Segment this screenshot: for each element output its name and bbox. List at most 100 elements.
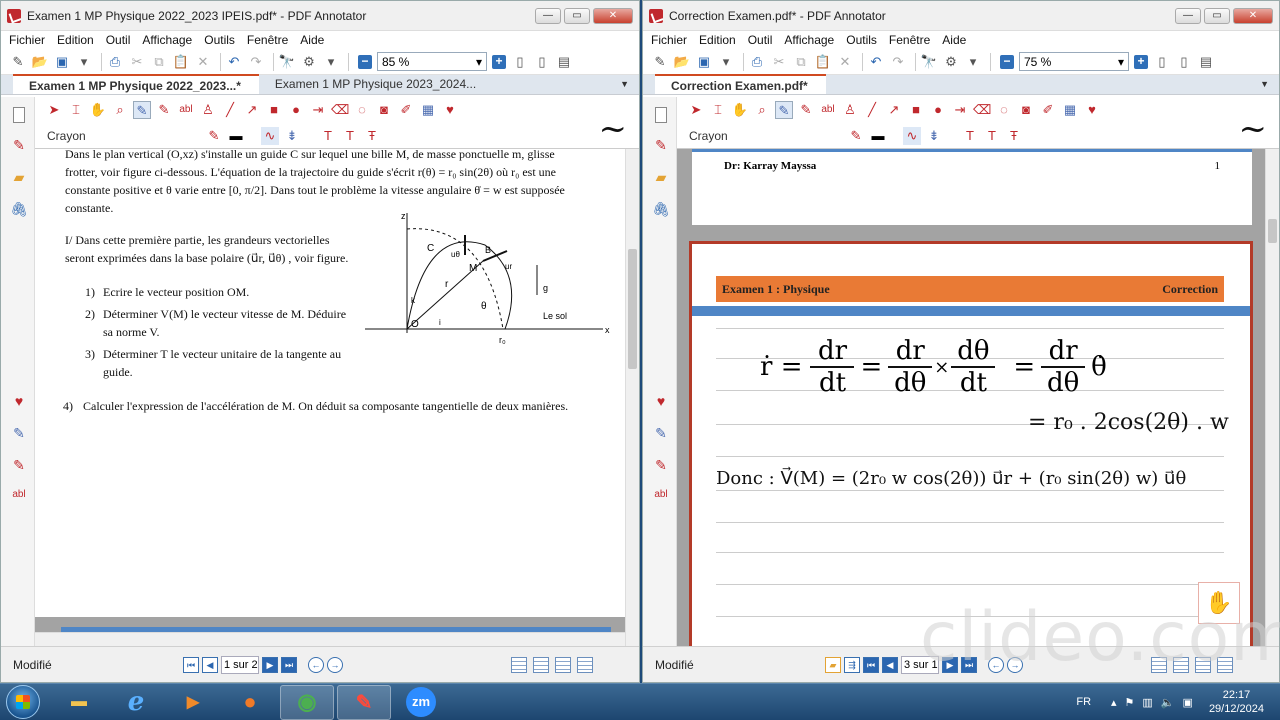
favorites-icon[interactable]: ♥ <box>1083 101 1101 119</box>
zoom-select[interactable]: 75 % ▾ <box>1019 52 1129 71</box>
vertical-scrollbar[interactable] <box>1265 149 1279 646</box>
cut-icon[interactable]: ✂ <box>770 53 788 71</box>
explorer-taskbar-icon[interactable]: ▬ <box>52 685 106 720</box>
share-icon[interactable]: ⇶ <box>844 656 860 673</box>
highlighter-icon[interactable]: ✎ <box>10 457 28 475</box>
fit-width-icon[interactable]: ▯ <box>533 53 551 71</box>
favorites-heart-icon[interactable]: ♥ <box>10 393 28 411</box>
paperclip-icon[interactable]: 🖇 <box>652 201 670 219</box>
pressure-icon[interactable]: ⇟ <box>925 127 943 145</box>
line-tool-icon[interactable]: ╱ <box>221 101 239 119</box>
zoom-taskbar-icon[interactable]: zm <box>394 685 448 720</box>
first-page-button-2[interactable]: ⏮ <box>863 656 879 673</box>
highlighter-tool-icon[interactable]: ✎ <box>797 101 815 119</box>
tray-network-icon[interactable]: ▥ <box>1142 696 1152 709</box>
pen-tool-icon[interactable]: ✎ <box>775 101 793 119</box>
chrome-taskbar-icon[interactable]: ◉ <box>280 684 334 720</box>
hand-icon[interactable]: ✋ <box>89 101 107 119</box>
tray-up-arrow-icon[interactable]: ▴ <box>1111 696 1117 709</box>
arrow-tool-icon[interactable]: ↗ <box>885 101 903 119</box>
lasso-icon[interactable]: ◌ <box>353 101 371 119</box>
zoom-in-button[interactable]: + <box>492 54 506 69</box>
tray-app-icon[interactable]: ▣ <box>1183 696 1193 709</box>
ruler-tool-icon[interactable]: ⇥ <box>309 101 327 119</box>
copy-icon[interactable]: ⧉ <box>150 53 168 71</box>
stamp-icon[interactable]: ⚙ <box>300 53 318 71</box>
find-icon[interactable]: 🔭 <box>920 53 938 71</box>
menu-affichage[interactable]: Affichage <box>142 33 192 47</box>
new-document-icon[interactable]: ✎ <box>9 53 27 71</box>
facing-view-icon[interactable] <box>555 656 571 673</box>
camera-icon[interactable]: ◙ <box>375 101 393 119</box>
menu-fenetre[interactable]: Fenêtre <box>889 33 930 47</box>
smooth-stroke-icon[interactable]: ∿ <box>261 127 279 145</box>
paste-icon[interactable]: 📋 <box>172 53 190 71</box>
text-style-t2-icon[interactable]: T <box>983 127 1001 145</box>
menu-aide[interactable]: Aide <box>942 33 966 47</box>
undo-icon[interactable]: ↶ <box>867 53 885 71</box>
marker-icon[interactable]: ✐ <box>397 101 415 119</box>
menu-outils[interactable]: Outils <box>204 33 235 47</box>
hand-icon[interactable]: ✋ <box>731 101 749 119</box>
menu-affichage[interactable]: Affichage <box>784 33 834 47</box>
text-style-t2-icon[interactable]: T <box>341 127 359 145</box>
zoom-select[interactable]: 85 % ▾ <box>377 52 487 71</box>
page-icon[interactable] <box>13 107 25 123</box>
favorites-heart-icon[interactable]: ♥ <box>652 393 670 411</box>
internet-explorer-taskbar-icon[interactable]: e <box>109 685 163 720</box>
start-button[interactable] <box>6 685 40 719</box>
text-box-icon[interactable]: abl <box>652 489 670 507</box>
forward-button[interactable]: → <box>327 656 343 673</box>
textbox-tool-icon[interactable]: abl <box>177 101 195 119</box>
arrow-tool-icon[interactable]: ↗ <box>243 101 261 119</box>
vertical-scrollbar[interactable] <box>625 149 639 646</box>
menu-fichier[interactable]: Fichier <box>651 33 687 47</box>
horizontal-scrollbar[interactable] <box>35 632 625 646</box>
camera-icon[interactable]: ◙ <box>1017 101 1035 119</box>
paste-icon[interactable]: 📋 <box>814 53 832 71</box>
insert-image-icon[interactable]: ▦ <box>419 101 437 119</box>
line-tool-icon[interactable]: ╱ <box>863 101 881 119</box>
rectangle-tool-icon[interactable]: ■ <box>907 101 925 119</box>
magnifier-icon[interactable]: ⌕ <box>753 101 771 119</box>
save-dropdown-icon[interactable]: ▾ <box>75 53 93 71</box>
save-icon[interactable]: ▣ <box>53 53 71 71</box>
menu-edition[interactable]: Edition <box>699 33 736 47</box>
highlighter-tool-icon[interactable]: ✎ <box>155 101 173 119</box>
back-button[interactable]: ← <box>308 656 324 673</box>
tab-examen-2022[interactable]: Examen 1 MP Physique 2022_2023...* <box>13 74 259 94</box>
firefox-taskbar-icon[interactable]: ● <box>223 685 277 720</box>
page-view-icon[interactable]: ▤ <box>555 53 573 71</box>
text-strike-icon[interactable]: Ŧ <box>1005 127 1023 145</box>
cut-icon[interactable]: ✂ <box>128 53 146 71</box>
pencil-icon[interactable]: ✎ <box>10 425 28 443</box>
text-style-t-icon[interactable]: T <box>961 127 979 145</box>
text-strike-icon[interactable]: Ŧ <box>363 127 381 145</box>
pencil-icon[interactable]: ✎ <box>652 425 670 443</box>
open-folder-icon[interactable]: 📂 <box>673 53 691 71</box>
save-icon[interactable]: ▣ <box>695 53 713 71</box>
pen-icon[interactable]: ✎ <box>652 137 670 155</box>
menu-outils[interactable]: Outils <box>846 33 877 47</box>
close-button[interactable]: ✕ <box>1233 7 1273 24</box>
tab-examen-2023[interactable]: Examen 1 MP Physique 2023_2024... <box>259 74 494 94</box>
highlighter-icon[interactable]: ✎ <box>652 457 670 475</box>
delete-icon[interactable]: ✕ <box>194 53 212 71</box>
next-page-button[interactable]: ▶ <box>262 656 278 673</box>
last-page-button[interactable]: ⏭ <box>281 656 297 673</box>
eraser-icon[interactable]: ⌫ <box>973 101 991 119</box>
textbox-tool-icon[interactable]: abl <box>819 101 837 119</box>
text-style-t-icon[interactable]: T <box>319 127 337 145</box>
pen-width-icon[interactable]: ▬ <box>869 127 887 145</box>
text-box-icon[interactable]: abl <box>10 489 28 507</box>
single-page-view-icon[interactable] <box>511 656 527 673</box>
menu-edition[interactable]: Edition <box>57 33 94 47</box>
menu-outil[interactable]: Outil <box>748 33 773 47</box>
fit-page-icon[interactable]: ▯ <box>1153 53 1171 71</box>
favorites-icon[interactable]: ♥ <box>441 101 459 119</box>
prev-page-button[interactable]: ◀ <box>202 656 218 673</box>
ellipse-tool-icon[interactable]: ● <box>929 101 947 119</box>
insert-image-icon[interactable]: ▦ <box>1061 101 1079 119</box>
find-icon[interactable]: 🔭 <box>278 53 296 71</box>
pdf-annotator-taskbar-icon[interactable]: ✎ <box>337 684 391 720</box>
